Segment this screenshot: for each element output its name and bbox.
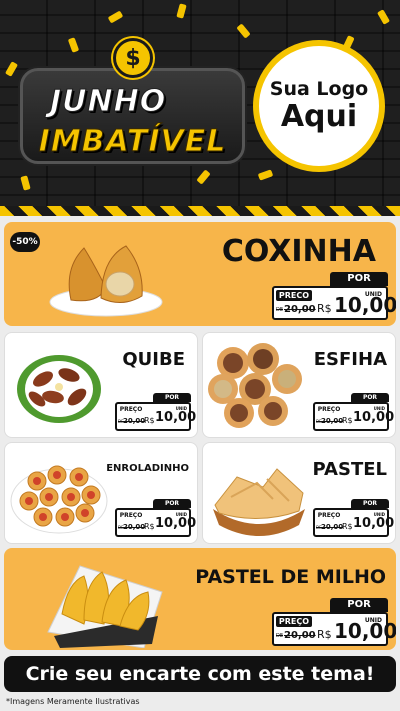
product-name: PASTEL DE MILHO (195, 566, 386, 588)
product-price: 10,00 (353, 410, 395, 425)
product-name: COXINHA (221, 234, 376, 269)
price-unit-label: UNID (364, 617, 382, 624)
price-tag: POR PRECO DE 20,00 R$ 10,00 UNID (272, 272, 396, 322)
quibe-image (17, 355, 101, 423)
product-card-coxinha: COXINHA POR PRECO DE 20,00 R$ 10,00 UNID (4, 222, 396, 326)
currency-symbol: R$ (342, 522, 353, 531)
price-unit-label: UNID (175, 512, 187, 517)
price-por-label: POR (330, 598, 388, 612)
old-price: 20,00 (123, 523, 146, 531)
price-preco-label: PREÇO (118, 512, 144, 520)
price-preco-label: PRECO (276, 290, 312, 301)
product-card-pastel: PASTEL POR PREÇO DE 20,00 R$ 10,00 UNID (202, 442, 396, 544)
product-card-pastel-de-milho: PASTEL DE MILHO POR PREÇO DE 20,00 R$ 10… (4, 548, 396, 650)
product-price: 10,00 (155, 516, 197, 531)
price-box: PREÇO DE 20,00 R$ 10,00 UNID (313, 508, 394, 537)
currency-symbol: R$ (144, 522, 155, 531)
header-banner: $ JUNHO IMBATÍVEL Sua Logo Aqui (0, 0, 400, 212)
old-price: 20,00 (284, 630, 316, 641)
price-box: PREÇO DE 20,00 R$ 10,00 UNID (115, 508, 196, 537)
logo-placeholder: Sua Logo Aqui (253, 40, 385, 172)
price-box: PREÇO DE 20,00 R$ 10,00 UNID (313, 402, 394, 431)
discount-badge: -50% (10, 232, 40, 252)
price-por-label: POR (351, 499, 389, 508)
price-unit-label: UNID (373, 406, 385, 411)
currency-symbol: R$ (317, 628, 332, 641)
price-preco-label: PREÇO (118, 406, 144, 414)
currency-symbol: R$ (317, 302, 332, 315)
logo-placeholder-line1: Sua Logo (269, 78, 369, 101)
price-por-label: POR (351, 393, 389, 402)
coin-symbol: $ (125, 45, 141, 71)
price-por-label: POR (153, 499, 191, 508)
product-name: QUIBE (122, 349, 185, 370)
product-card-quibe: QUIBE POR PREÇO DE 20,00 R$ 10,00 UNID (4, 332, 198, 438)
price-tag: POR PREÇO DE 20,00 R$ 10,00 UNID (313, 393, 394, 433)
price-de-label: DE (276, 633, 284, 639)
old-price: 20,00 (284, 304, 316, 315)
product-name: PASTEL (312, 459, 387, 480)
old-price: 20,00 (321, 417, 344, 425)
price-por-label: POR (153, 393, 191, 402)
price-unit-label: UNID (364, 291, 382, 298)
caution-stripe (0, 206, 400, 216)
campaign-title-line2: IMBATÍVEL (38, 124, 227, 160)
product-price: 10,00 (155, 410, 197, 425)
disclaimer-note: *Imagens Meramente Ilustrativas (6, 697, 140, 706)
price-tag: POR PREÇO DE 20,00 R$ 10,00 UNID (115, 499, 196, 539)
enroladinho-image (10, 465, 108, 534)
price-unit-label: UNID (175, 406, 187, 411)
product-card-esfiha: ESFIHA POR PREÇO DE 20,00 R$ 10,00 UNID (202, 332, 396, 438)
old-price: 20,00 (123, 417, 146, 425)
product-name: ESFIHA (313, 349, 387, 370)
price-preco-label: PREÇO (316, 512, 342, 520)
currency-symbol: R$ (342, 416, 353, 425)
cta-banner[interactable]: Crie seu encarte com este tema! (4, 656, 396, 692)
pastel-milho-image (47, 565, 163, 648)
pastel-image (213, 468, 305, 536)
price-box: PREÇO DE 20,00 R$ 10,00 UNID (272, 612, 396, 646)
price-box: PREÇO DE 20,00 R$ 10,00 UNID (115, 402, 196, 431)
product-name: ENROLADINHO (106, 463, 189, 474)
price-preco-label: PREÇO (276, 616, 312, 627)
currency-symbol: R$ (144, 416, 155, 425)
price-preco-label: PREÇO (316, 406, 342, 414)
price-tag: POR PREÇO DE 20,00 R$ 10,00 UNID (272, 598, 396, 648)
esfiha-image (208, 343, 302, 428)
product-price: 10,00 (353, 516, 395, 531)
price-por-label: POR (330, 272, 388, 286)
coin-icon: $ (113, 38, 153, 78)
price-tag: POR PREÇO DE 20,00 R$ 10,00 UNID (115, 393, 196, 433)
coxinha-image (49, 245, 163, 317)
campaign-logo: $ JUNHO IMBATÍVEL (20, 38, 245, 178)
product-card-enroladinho: ENROLADINHO POR PREÇO DE 20,00 R$ 10,00 … (4, 442, 198, 544)
price-box: PRECO DE 20,00 R$ 10,00 UNID (272, 286, 396, 320)
price-tag: POR PREÇO DE 20,00 R$ 10,00 UNID (313, 499, 394, 539)
price-de-label: DE (276, 307, 284, 313)
campaign-title-line1: JUNHO (49, 84, 167, 120)
logo-placeholder-line2: Aqui (280, 98, 358, 134)
old-price: 20,00 (321, 523, 344, 531)
price-unit-label: UNID (373, 512, 385, 517)
